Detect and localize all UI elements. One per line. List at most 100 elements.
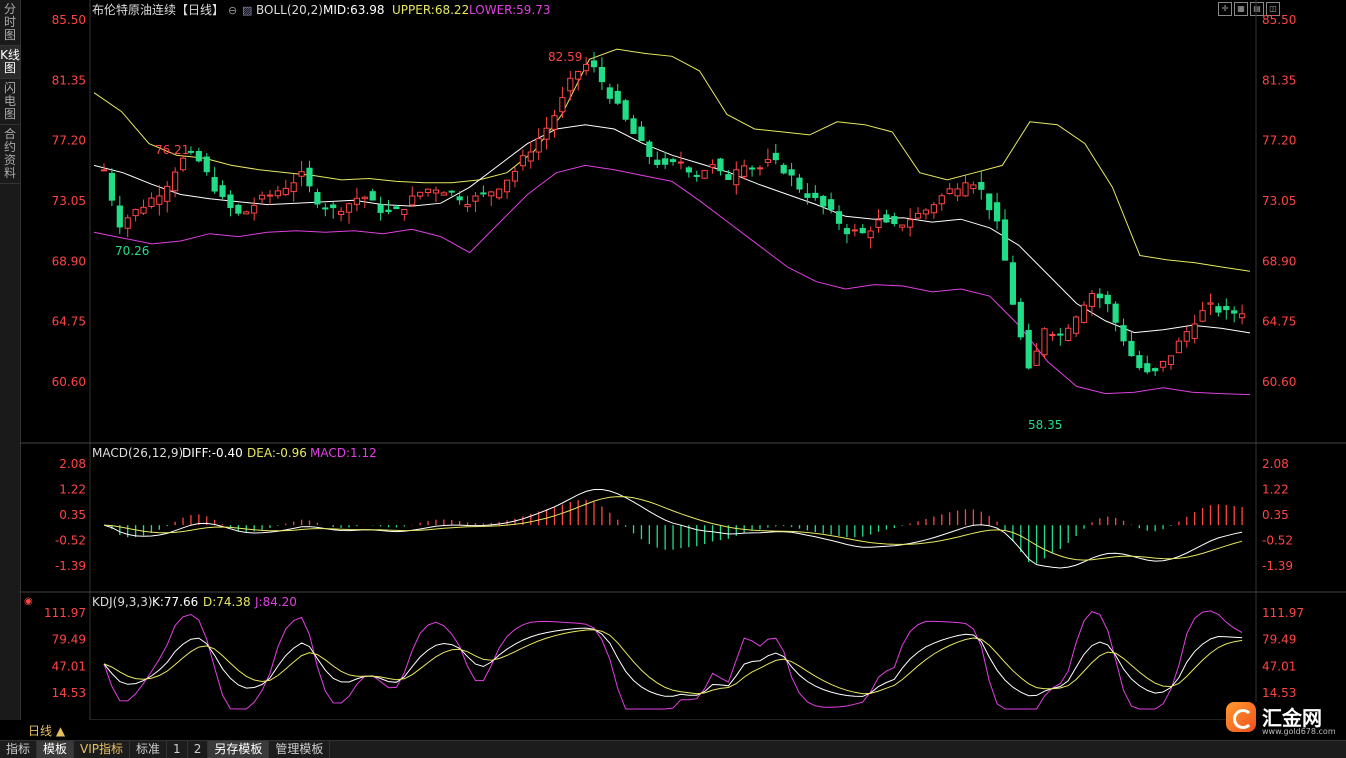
candle-up — [424, 188, 432, 193]
y-tick-right: 77.20 — [1262, 134, 1296, 148]
candle-up — [1041, 328, 1048, 356]
candle-down — [1128, 340, 1135, 357]
candle-down — [780, 164, 787, 174]
y-tick-left: 64.75 — [52, 315, 86, 329]
candle-up — [274, 190, 281, 197]
candle-up — [1080, 304, 1088, 323]
candle-up — [1159, 360, 1167, 368]
candle-down — [322, 207, 329, 210]
candle-down — [235, 204, 242, 214]
settings-icon[interactable]: ⊖ — [228, 4, 237, 17]
y-tick-right: 47.01 — [1262, 659, 1296, 673]
candle-down — [369, 191, 376, 201]
period-button[interactable]: 日线 ▲ — [28, 722, 65, 739]
tab-save-template[interactable]: 另存模板 — [208, 741, 270, 758]
candle-up — [701, 170, 708, 179]
candle-up — [519, 155, 526, 167]
candle-down — [448, 190, 455, 193]
candle-up — [535, 138, 542, 153]
candle-down — [108, 172, 116, 201]
candle-down — [227, 194, 234, 209]
annotation-high: 82.59 — [548, 50, 582, 64]
boll-mid-label: MID:63.98 — [323, 3, 385, 17]
candle-up — [1207, 302, 1214, 305]
tab-vip-indicators[interactable]: VIP指标 — [74, 741, 131, 758]
candle-down — [614, 90, 621, 104]
candle-up — [243, 211, 250, 215]
candle-down — [314, 191, 321, 205]
y-tick-left: 0.35 — [59, 508, 86, 522]
candle-down — [812, 192, 819, 199]
tab-layout-1[interactable]: 1 — [167, 741, 188, 758]
target-icon[interactable]: ◉ — [24, 596, 33, 607]
candle-up — [709, 164, 716, 168]
candle-up — [148, 197, 155, 207]
candle-down — [385, 209, 392, 213]
candle-up — [472, 195, 479, 202]
macd-diff-label: DIFF:-0.40 — [182, 446, 243, 460]
candle-down — [1112, 303, 1119, 323]
candle-down — [1144, 363, 1151, 373]
candle-down — [685, 167, 692, 173]
candle-down — [480, 192, 487, 195]
candle-up — [575, 70, 582, 80]
tab-contract-info[interactable]: 合约资料 — [0, 125, 20, 184]
y-tick-left: 2.08 — [59, 457, 86, 471]
candle-up — [1183, 331, 1190, 342]
candle-up — [401, 208, 408, 215]
candle-up — [338, 210, 345, 216]
tab-timeshare[interactable]: 分时图 — [0, 0, 20, 46]
candle-up — [962, 182, 969, 197]
boll-lower-label: LOWER:59.73 — [469, 3, 551, 17]
kdj-k-line — [103, 627, 1243, 697]
candle-down — [883, 214, 890, 223]
y-tick-right: 60.60 — [1262, 375, 1296, 389]
candle-down — [306, 167, 313, 187]
candle-down — [796, 177, 803, 190]
candle-up — [132, 208, 139, 217]
kdj-d-line — [103, 629, 1243, 695]
candle-up — [266, 194, 274, 197]
candle-down — [606, 87, 613, 99]
candle-up — [345, 203, 353, 213]
tab-standard[interactable]: 标准 — [130, 741, 168, 758]
candle-up — [741, 165, 748, 177]
y-tick-left: 1.22 — [59, 482, 86, 496]
boll-lower-line — [93, 164, 1251, 396]
tab-kline[interactable]: K线图 — [0, 46, 20, 79]
boll-mid-line — [93, 124, 1251, 334]
candle-down — [1001, 219, 1009, 261]
tab-flash[interactable]: 闪电图 — [0, 79, 20, 125]
candle-up — [488, 191, 495, 197]
candle-up — [1088, 293, 1096, 307]
candle-down — [219, 185, 226, 197]
candle-down — [1025, 330, 1032, 369]
kline-chart[interactable]: 布伦特原油连续【日线】 ⊖ ▨ BOLL(20,2) MID:63.98 UPP… — [20, 0, 1346, 737]
y-tick-left: 73.05 — [52, 194, 86, 208]
candle-down — [788, 169, 795, 176]
candle-up — [496, 188, 503, 199]
y-tick-right: 68.90 — [1262, 254, 1296, 268]
candle-down — [203, 156, 210, 173]
tab-template[interactable]: 模板 — [37, 741, 75, 758]
kdj-j-label: J:84.20 — [254, 595, 297, 609]
candle-down — [693, 174, 700, 177]
candle-up — [1167, 355, 1175, 365]
y-tick-left: 68.90 — [52, 254, 86, 268]
indicator-icon[interactable]: ▨ — [242, 4, 252, 17]
y-tick-right: 111.97 — [1262, 606, 1304, 620]
candle-up — [938, 195, 945, 205]
tab-layout-2[interactable]: 2 — [188, 741, 209, 758]
candle-up — [298, 171, 305, 177]
candle-up — [464, 204, 471, 208]
candle-down — [1096, 293, 1103, 299]
candle-up — [1199, 310, 1206, 322]
candle-up — [756, 167, 764, 170]
tab-manage-template[interactable]: 管理模板 — [269, 741, 331, 758]
candle-up — [172, 171, 179, 192]
candle-up — [1033, 350, 1040, 366]
tab-indicators[interactable]: 指标 — [0, 741, 38, 758]
candle-up — [1073, 316, 1080, 334]
candle-up — [1049, 334, 1056, 337]
logo-icon — [1226, 702, 1256, 732]
